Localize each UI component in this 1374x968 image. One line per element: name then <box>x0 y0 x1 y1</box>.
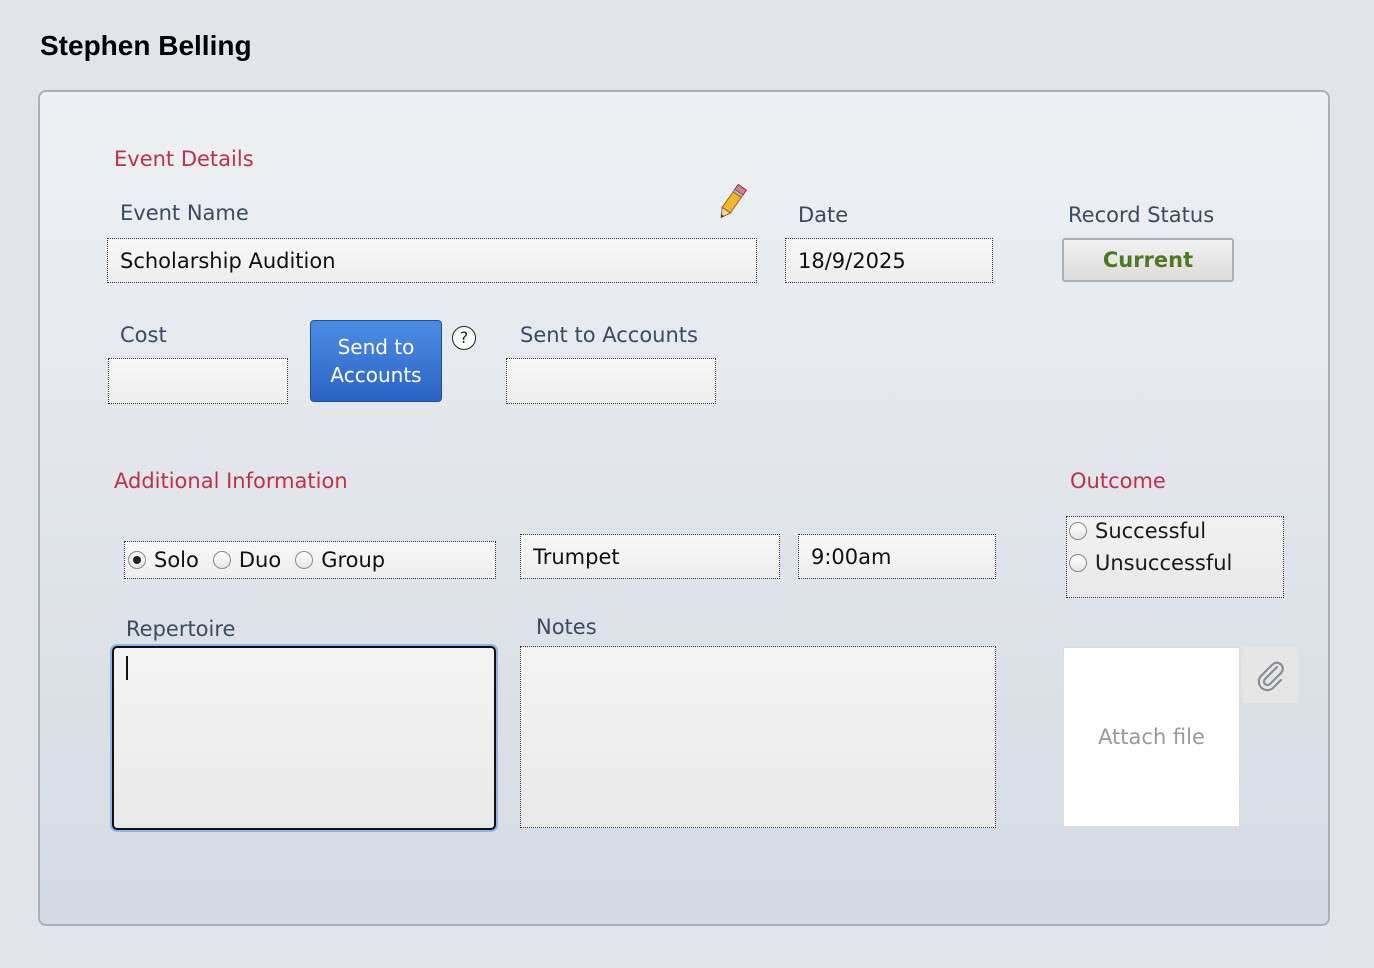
outcome-heading: Outcome <box>1070 469 1166 493</box>
cost-label: Cost <box>120 323 167 347</box>
instrument-input[interactable]: Trumpet <box>520 534 780 579</box>
record-status-label: Record Status <box>1068 203 1215 227</box>
attach-file-area[interactable]: Attach file <box>1063 647 1240 827</box>
repertoire-textarea[interactable] <box>112 646 496 830</box>
radio-successful-label: Successful <box>1095 519 1207 543</box>
radio-successful-button[interactable] <box>1069 522 1087 540</box>
radio-solo[interactable]: Solo <box>128 548 199 572</box>
notes-label: Notes <box>536 615 597 639</box>
event-details-heading: Event Details <box>114 147 254 171</box>
radio-successful[interactable]: Successful <box>1069 519 1206 543</box>
date-label: Date <box>798 203 849 227</box>
outcome-radio-group: Successful Unsuccessful <box>1066 516 1284 598</box>
sent-to-accounts-label: Sent to Accounts <box>520 323 698 347</box>
paperclip-icon[interactable] <box>1242 647 1298 703</box>
time-input[interactable]: 9:00am <box>798 534 996 579</box>
radio-solo-button[interactable] <box>128 551 146 569</box>
repertoire-label: Repertoire <box>126 617 236 641</box>
event-name-input[interactable]: Scholarship Audition <box>107 238 757 283</box>
radio-group[interactable]: Group <box>295 548 385 572</box>
pencil-icon[interactable] <box>714 182 750 222</box>
radio-unsuccessful-button[interactable] <box>1069 554 1087 572</box>
send-button-line1: Send to <box>337 335 415 359</box>
help-icon[interactable]: ? <box>452 326 476 350</box>
radio-unsuccessful-label: Unsuccessful <box>1095 551 1233 575</box>
radio-group-button[interactable] <box>295 551 314 569</box>
text-caret <box>126 656 128 680</box>
radio-duo-label: Duo <box>238 548 282 572</box>
event-name-label: Event Name <box>120 201 249 225</box>
send-to-accounts-button[interactable]: Send to Accounts <box>310 320 442 402</box>
sent-to-accounts-input[interactable] <box>506 358 716 404</box>
cost-input[interactable] <box>108 358 288 404</box>
additional-info-heading: Additional Information <box>114 469 348 493</box>
radio-solo-label: Solo <box>154 548 199 572</box>
radio-unsuccessful[interactable]: Unsuccessful <box>1069 551 1232 575</box>
page-title: Stephen Belling <box>40 30 252 61</box>
send-button-line2: Accounts <box>330 363 422 387</box>
radio-duo-button[interactable] <box>212 551 231 569</box>
notes-textarea[interactable] <box>520 646 996 828</box>
date-input[interactable]: 18/9/2025 <box>785 238 993 283</box>
radio-group-label: Group <box>321 548 386 572</box>
radio-duo[interactable]: Duo <box>212 548 282 572</box>
record-status-button[interactable]: Current <box>1062 238 1234 282</box>
performance-type-radio-group: Solo Duo Group <box>124 541 496 579</box>
